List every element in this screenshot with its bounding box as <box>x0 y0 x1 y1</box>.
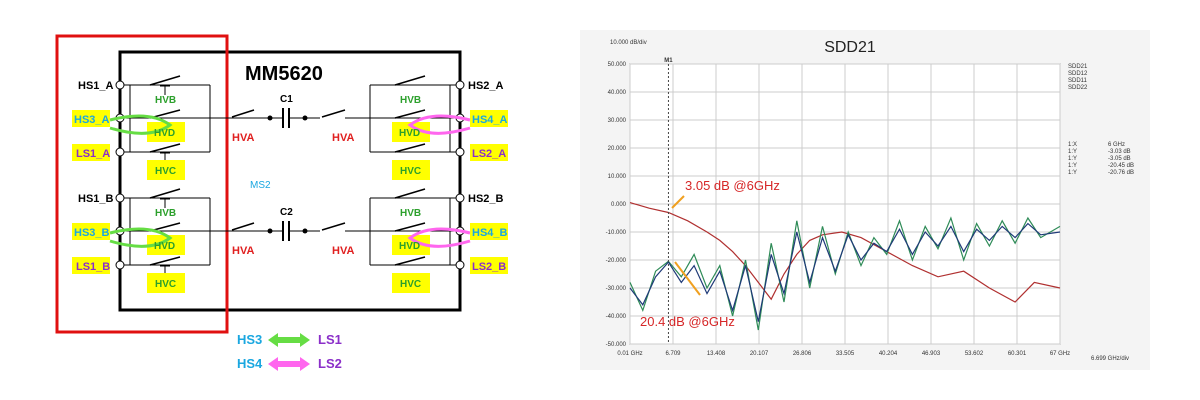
hvd-label-b: HVD <box>154 241 175 252</box>
y-tick-label: -50.000 <box>606 342 627 348</box>
x-tick-label: 13.408 <box>707 351 726 357</box>
readout-key: 1:Y <box>1068 163 1077 169</box>
hvc-label-a: HVC <box>155 166 176 177</box>
port-ls2-a: LS2_A <box>472 148 506 160</box>
y-tick-label: 30.000 <box>608 118 627 124</box>
x-tick-label: 20.107 <box>750 351 769 357</box>
port-ls1-a: LS1_A <box>76 148 110 160</box>
y-tick-label: -40.000 <box>606 314 627 320</box>
legend-hs3: HS3 <box>237 332 262 347</box>
chip-outline <box>118 50 462 312</box>
annotation-sdd11: 20.4 dB @6GHz <box>640 314 735 329</box>
marker-label: M1 <box>664 58 673 64</box>
hva-label-2: HVA <box>332 132 354 144</box>
readout-value: -20.76 dB <box>1108 170 1134 176</box>
hva-label-3: HVA <box>232 245 254 257</box>
legend-green-arrow <box>268 333 310 347</box>
port-hs3-a: HS3_A <box>74 114 110 126</box>
hvd-label-rb: HVD <box>399 241 420 252</box>
hvd-label-a: HVD <box>154 128 175 139</box>
x-tick-label: 6.709 <box>665 351 681 357</box>
y-tick-label: 50.000 <box>608 62 627 68</box>
x-tick-label: 46.903 <box>922 351 941 357</box>
x-tick-label: 40.204 <box>879 351 898 357</box>
hvd-label-ra: HVD <box>399 128 420 139</box>
y-tick-label: -30.000 <box>606 286 627 292</box>
port-hs4-a: HS4_A <box>472 114 508 126</box>
y-tick-label: -10.000 <box>606 230 627 236</box>
legend-entry: SDD12 <box>1068 71 1088 77</box>
readout-value: -3.05 dB <box>1108 156 1131 162</box>
hva-label-1: HVA <box>232 132 254 144</box>
x-tick-label: 26.806 <box>793 351 812 357</box>
readout-value: -3.03 dB <box>1108 149 1131 155</box>
x-tick-label: 33.505 <box>836 351 855 357</box>
x-tick-label: 60.301 <box>1008 351 1027 357</box>
sdd21-chart: SDD21 10.000 dB/div 6.699 GHz/div 0.01 G… <box>580 30 1150 370</box>
chart-title: SDD21 <box>824 39 876 56</box>
hvc-label-ra: HVC <box>400 166 421 177</box>
x-tick-label: 0.01 GHz <box>617 351 642 357</box>
highlight-boxes <box>72 110 508 293</box>
port-hs4-b: HS4_B <box>472 227 508 239</box>
legend-hs4: HS4 <box>237 356 263 371</box>
hvc-label-rb: HVC <box>400 279 421 290</box>
legend-ls1: LS1 <box>318 332 342 347</box>
port-ls2-b: LS2_B <box>472 261 506 273</box>
readout-key: 1:Y <box>1068 170 1077 176</box>
readout-key: 1:Y <box>1068 149 1077 155</box>
y-tick-label: 0.000 <box>611 202 627 208</box>
hvc-label-b: HVC <box>155 279 176 290</box>
hvb-label-rb: HVB <box>400 208 421 219</box>
hvb-label-a: HVB <box>155 95 176 106</box>
center-label: MS2 <box>250 180 271 191</box>
cap-c2-label: C2 <box>280 207 293 218</box>
readout-value: 6 GHz <box>1108 142 1125 148</box>
hvb-label-b: HVB <box>155 208 176 219</box>
cap-c1-label: C1 <box>280 94 293 105</box>
port-hs3-b: HS3_B <box>74 227 110 239</box>
readout-key: 1:X <box>1068 142 1077 148</box>
y-tick-label: 40.000 <box>608 90 627 96</box>
x-tick-label: 53.602 <box>965 351 984 357</box>
y-tick-label: 20.000 <box>608 146 627 152</box>
switch-schematic: MM5620 MS2 HS1_A HS3_A LS1_A HS1_B HS3_B… <box>55 34 508 371</box>
port-ls1-b: LS1_B <box>76 261 110 273</box>
legend-entry: SDD22 <box>1068 85 1088 91</box>
readout-value: -20.45 dB <box>1108 163 1134 169</box>
y-scale-label: 10.000 dB/div <box>610 40 647 46</box>
legend-ls2: LS2 <box>318 356 342 371</box>
annotation-sdd21: 3.05 dB @6GHz <box>685 178 780 193</box>
chip-title: MM5620 <box>245 63 323 85</box>
legend-entry: SDD21 <box>1068 64 1088 70</box>
x-scale-label: 6.699 GHz/div <box>1091 356 1129 362</box>
port-hs1-a: HS1_A <box>78 80 114 92</box>
port-hs2-a: HS2_A <box>468 80 504 92</box>
legend-entry: SDD11 <box>1068 78 1088 84</box>
hva-label-4: HVA <box>332 245 354 257</box>
port-hs1-b: HS1_B <box>78 193 114 205</box>
hvb-label-ra: HVB <box>400 95 421 106</box>
legend-pink-arrow <box>268 357 310 371</box>
y-tick-label: -20.000 <box>606 258 627 264</box>
port-hs2-b: HS2_B <box>468 193 504 205</box>
readout-key: 1:Y <box>1068 156 1077 162</box>
y-tick-label: 10.000 <box>608 174 627 180</box>
x-tick-label: 67 GHz <box>1050 351 1070 357</box>
channel-a-network <box>120 75 460 162</box>
